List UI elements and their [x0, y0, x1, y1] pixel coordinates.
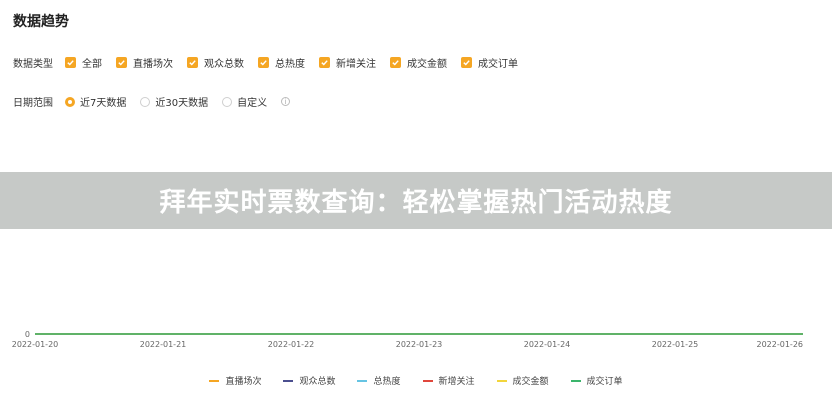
overlay-banner: 拜年实时票数查询：轻松掌握热门活动热度 [0, 172, 832, 229]
page-title: 数据趋势 [13, 14, 69, 30]
checkbox-checked-icon [258, 57, 269, 68]
radio-icon [65, 96, 75, 107]
info-icon[interactable]: i [281, 97, 291, 106]
date-range-radio-label: 近7天数据 [80, 98, 127, 109]
type-checkbox-label: 成交金额 [407, 59, 447, 70]
type-checkbox-label: 直播场次 [133, 59, 173, 70]
date-range-row: 日期范围 近7天数据 近30天数据 自定义 i [13, 94, 291, 109]
radio-icon [222, 96, 233, 107]
legend-item[interactable]: 直播场次 [209, 374, 261, 387]
type-checkbox[interactable]: 成交订单 [461, 55, 518, 70]
legend-item[interactable]: 总热度 [357, 374, 401, 387]
type-checkbox-label: 新增关注 [336, 59, 376, 70]
type-checkbox-label: 成交订单 [478, 59, 518, 70]
legend-swatch [422, 379, 433, 382]
legend-swatch [283, 379, 294, 382]
legend-item[interactable]: 观众总数 [283, 374, 335, 387]
checkbox-checked-icon [116, 57, 127, 68]
legend-label: 成交订单 [586, 377, 623, 387]
type-checkbox[interactable]: 全部 [65, 55, 102, 70]
legend-swatch [570, 379, 581, 382]
checkbox-checked-icon [187, 57, 198, 68]
type-checkbox-label: 总热度 [275, 59, 305, 70]
legend-label: 总热度 [373, 377, 401, 387]
legend-label: 观众总数 [299, 377, 336, 387]
date-range-radio-label: 自定义 [237, 98, 268, 109]
type-checkbox-label: 全部 [82, 59, 102, 70]
x-tick-label: 2022-01-26 [757, 340, 804, 349]
x-tick-label: 2022-01-24 [524, 340, 571, 349]
type-checkbox[interactable]: 直播场次 [116, 55, 173, 70]
checkbox-checked-icon [319, 57, 330, 68]
legend-item[interactable]: 成交订单 [570, 374, 623, 387]
legend-item[interactable]: 成交金额 [496, 374, 549, 387]
banner-text: 拜年实时票数查询：轻松掌握热门活动热度 [159, 188, 673, 218]
legend-swatch [209, 379, 220, 382]
x-tick-label: 2022-01-25 [652, 340, 699, 349]
type-checkbox[interactable]: 总热度 [258, 55, 305, 70]
legend-label: 新增关注 [438, 377, 475, 387]
x-tick-label: 2022-01-23 [396, 340, 443, 349]
type-checkbox[interactable]: 观众总数 [187, 55, 244, 70]
legend-label: 直播场次 [225, 377, 262, 387]
legend-swatch [496, 379, 507, 382]
checkbox-checked-icon [65, 57, 76, 68]
radio-icon [140, 96, 151, 107]
legend-label: 成交金额 [512, 377, 549, 387]
type-checkbox-label: 观众总数 [204, 59, 244, 70]
y-tick-label: 0 [25, 330, 30, 339]
date-range-radio-label: 近30天数据 [155, 98, 209, 109]
legend-item[interactable]: 新增关注 [422, 374, 475, 387]
type-checkbox[interactable]: 新增关注 [319, 55, 376, 70]
type-checkbox[interactable]: 成交金额 [390, 55, 447, 70]
x-tick-label: 2022-01-20 [12, 340, 59, 349]
legend-swatch [357, 379, 368, 382]
type-filter-label: 数据类型 [13, 59, 53, 70]
type-filter-row: 数据类型 全部 直播场次 观众总数 总热度 新增关注 成交金额 成交订单 [13, 55, 532, 70]
date-range-label: 日期范围 [13, 98, 53, 109]
chart-legend: 直播场次 观众总数 总热度 新增关注 成交金额 成交订单 [0, 374, 832, 387]
x-tick-label: 2022-01-21 [140, 340, 187, 349]
x-tick-label: 2022-01-22 [268, 340, 315, 349]
trend-chart: 02022-01-20 2022-01-21 2022-01-22 2022-01-2… [12, 330, 804, 349]
checkbox-checked-icon [461, 57, 472, 68]
date-range-radio[interactable]: 自定义 [222, 94, 267, 109]
date-range-radio[interactable]: 近7天数据 [65, 94, 126, 109]
checkbox-checked-icon [390, 57, 401, 68]
date-range-radio[interactable]: 近30天数据 [140, 94, 208, 109]
